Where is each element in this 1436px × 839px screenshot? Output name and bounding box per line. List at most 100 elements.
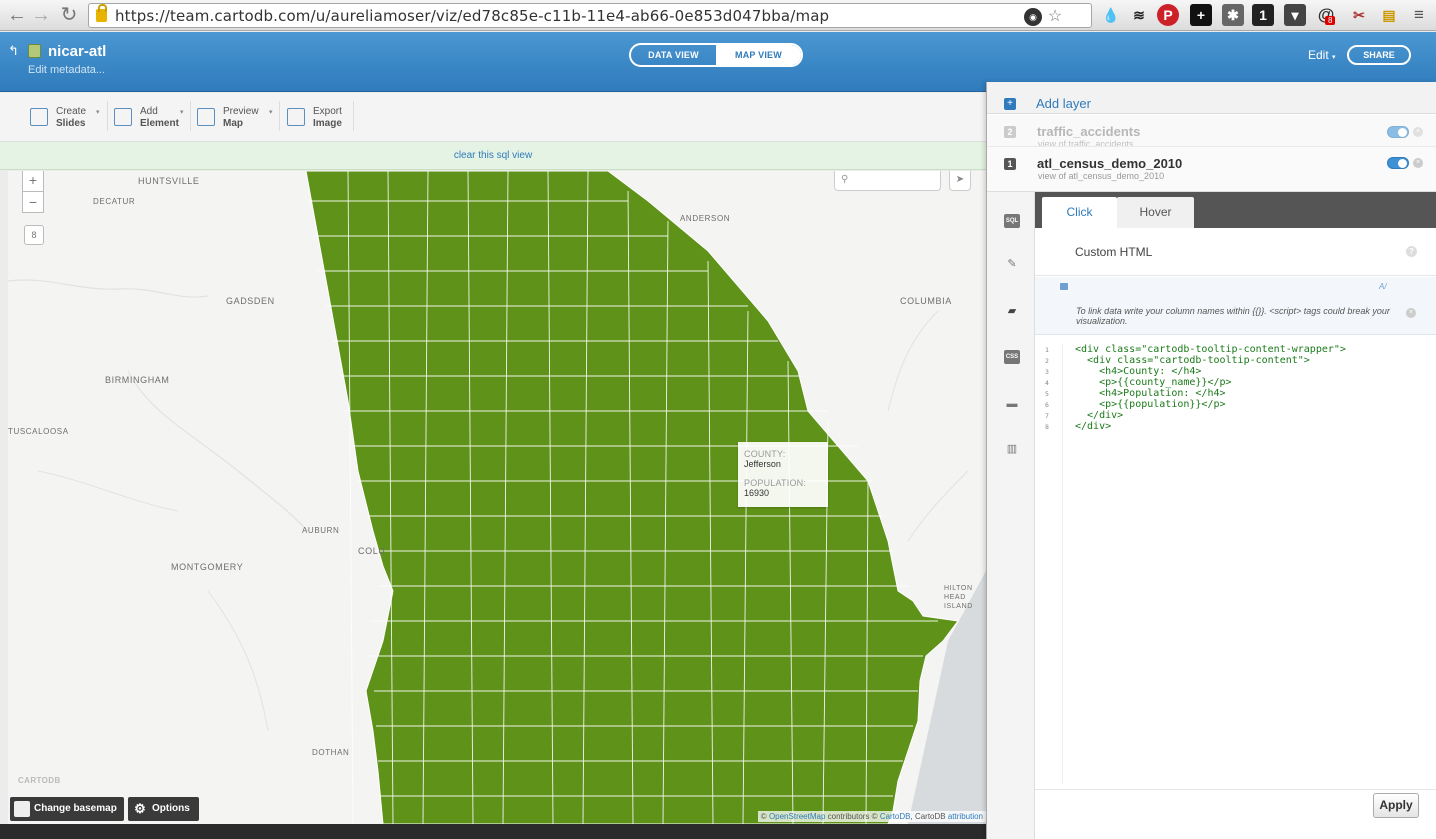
add-element-button[interactable]: Add Element ▾ [114, 105, 189, 131]
options-button[interactable]: ⚙ Options [128, 797, 199, 821]
apply-button[interactable]: Apply [1373, 793, 1419, 818]
pocket-icon[interactable]: ▾ [1284, 4, 1306, 26]
plus-icon[interactable]: + [1190, 4, 1212, 26]
code-line[interactable]: </div> [1075, 410, 1123, 421]
place-label: GADSDEN [226, 296, 275, 306]
code-line[interactable]: <p>{{population}}</p> [1075, 399, 1225, 410]
format-icon[interactable]: A/ [1379, 282, 1387, 291]
url-text[interactable]: https://team.cartodb.com/u/aureliamoser/… [115, 7, 829, 25]
layer-visibility-toggle[interactable] [1387, 157, 1409, 169]
place-label: ANDERSON [680, 214, 731, 223]
line-number: 5 [1045, 390, 1049, 398]
place-label: COLU [358, 546, 386, 556]
preview-icon [197, 108, 215, 126]
place-label: HUNTSVILLE [138, 176, 200, 186]
line-gutter: 1 2 3 4 5 6 7 8 [1035, 344, 1063, 784]
browser-toolbar: ← → ↻ https://team.cartodb.com/u/aurelia… [0, 0, 1436, 31]
tab-map-view[interactable]: MAP VIEW [716, 45, 801, 65]
custom-html-row: Custom HTML ? [1035, 228, 1436, 276]
bottom-strip [0, 824, 986, 839]
edit-html-icon[interactable] [1060, 283, 1068, 290]
edit-menu[interactable]: Edit ▾ [1308, 48, 1336, 62]
code-line[interactable]: <div class="cartodb-tooltip-content-wrap… [1075, 344, 1346, 355]
tooltip-population-label: POPULATION: [744, 478, 807, 488]
chart-icon[interactable]: ▥ [1004, 442, 1020, 456]
options-label: Options [152, 803, 190, 814]
zoom-in-button[interactable]: + [22, 171, 44, 191]
puzzle-icon[interactable]: ✱ [1222, 4, 1244, 26]
export-image-button[interactable]: Export Image [287, 105, 352, 131]
layer-panel: + Add layer 2 traffic_accidents view of … [986, 82, 1436, 839]
divider [279, 101, 280, 131]
attribution-link[interactable]: attribution [948, 812, 983, 821]
menu-icon[interactable]: ≡ [1408, 4, 1430, 26]
legend-icon[interactable]: ▬ [1004, 397, 1020, 411]
zoom-out-button[interactable]: − [22, 191, 44, 213]
code-line[interactable]: <h4>Population: </h4> [1075, 388, 1225, 399]
tab-hover[interactable]: Hover [1117, 197, 1194, 228]
bookmark-star-icon[interactable]: ☆ [1046, 8, 1064, 26]
drop-icon[interactable]: 💧 [1100, 4, 1122, 26]
map-toolbar: Create Slides ▾ Add Element ▾ Preview Ma… [0, 93, 986, 142]
note-icon[interactable]: ▤ [1378, 4, 1400, 26]
code-line[interactable]: <h4>County: </h4> [1075, 366, 1201, 377]
share-button[interactable]: SHARE [1347, 45, 1411, 65]
layer-tools-sidebar: SQL ✎ ▰ CSS ▬ ▥ [987, 192, 1035, 839]
openstreetmap-link[interactable]: OpenStreetMap [769, 812, 825, 821]
create-slides-button[interactable]: Create Slides ▾ [30, 105, 105, 131]
tab-data-view[interactable]: DATA VIEW [631, 45, 716, 65]
wizard-icon[interactable]: ✎ [1004, 257, 1020, 271]
layer-name[interactable]: traffic_accidents [1037, 124, 1140, 139]
layer-item[interactable]: 2 traffic_accidents view of traffic_acci… [987, 115, 1436, 147]
page-title[interactable]: nicar-atl [48, 43, 106, 60]
help-icon[interactable]: ? [1406, 246, 1417, 257]
change-basemap-button[interactable]: Change basemap [10, 797, 124, 821]
infowindow-icon[interactable]: ▰ [1004, 304, 1020, 318]
html-code-editor[interactable]: 1 2 3 4 5 6 7 8 <div class="cartodb-tool… [1035, 336, 1436, 790]
change-basemap-label: Change basemap [34, 803, 117, 814]
css-icon[interactable]: CSS [1004, 350, 1020, 364]
slides-icon [30, 108, 48, 126]
forward-arrow-icon[interactable]: → [30, 4, 52, 26]
close-icon[interactable]: × [1406, 308, 1416, 318]
close-icon[interactable]: × [1413, 127, 1423, 137]
add-layer-row[interactable]: + Add layer [987, 82, 1436, 114]
share-map-button[interactable]: ➤ [949, 171, 971, 191]
cartodb-link[interactable]: CartoDB [880, 812, 911, 821]
sql-icon[interactable]: SQL [1004, 214, 1020, 228]
map-search-input[interactable]: ⚲ [834, 171, 941, 191]
hint-row: A/ To link data write your column names … [1035, 277, 1436, 335]
extension-icon[interactable]: ◉ [1024, 8, 1042, 26]
send-icon: ➤ [955, 174, 965, 185]
lastpass-icon[interactable]: 1 [1252, 4, 1274, 26]
layer-item[interactable]: 1 atl_census_demo_2010 view of atl_censu… [987, 147, 1436, 192]
preview-map-button[interactable]: Preview Map ▾ [197, 105, 277, 131]
close-icon[interactable]: × [1413, 158, 1423, 168]
code-line[interactable]: <p>{{county_name}}</p> [1075, 377, 1231, 388]
attribution-text: contributors © [827, 812, 878, 821]
layer-name[interactable]: atl_census_demo_2010 [1037, 156, 1182, 171]
address-bar[interactable]: https://team.cartodb.com/u/aureliamoser/… [88, 3, 1092, 28]
tools-icon[interactable]: ✂ [1348, 4, 1370, 26]
apply-row: Apply [1035, 789, 1436, 839]
tab-click[interactable]: Click [1042, 197, 1117, 228]
clear-sql-view-link[interactable]: clear this sql view [0, 150, 986, 161]
reload-icon[interactable]: ↻ [58, 4, 80, 26]
back-icon[interactable]: ↰ [8, 43, 19, 59]
pinterest-icon[interactable]: P [1157, 4, 1179, 26]
hint-text: To link data write your column names wit… [1076, 306, 1390, 326]
tooltip-county-label: COUNTY: [744, 449, 786, 459]
edit-metadata-link[interactable]: Edit metadata... [28, 64, 105, 76]
layer-visibility-toggle[interactable] [1387, 126, 1409, 138]
code-line[interactable]: <div class="cartodb-tooltip-content"> [1075, 355, 1310, 366]
layers-icon[interactable]: ≋ [1128, 4, 1150, 26]
code-line[interactable]: </div> [1075, 421, 1111, 432]
back-arrow-icon[interactable]: ← [6, 4, 28, 26]
map-canvas[interactable]: HUNTSVILLE DECATUR GADSDEN BIRMINGHAM TU… [8, 171, 986, 824]
place-label: AUBURN [302, 526, 340, 535]
place-label: BIRMINGHAM [105, 375, 170, 385]
add-layer-link[interactable]: Add layer [1036, 96, 1091, 111]
place-label: HILTON HEAD ISLAND [944, 585, 973, 610]
map-tooltip: COUNTY: Jefferson POPULATION: 16930 [738, 442, 828, 507]
place-label: TUSCALOOSA [8, 427, 69, 436]
